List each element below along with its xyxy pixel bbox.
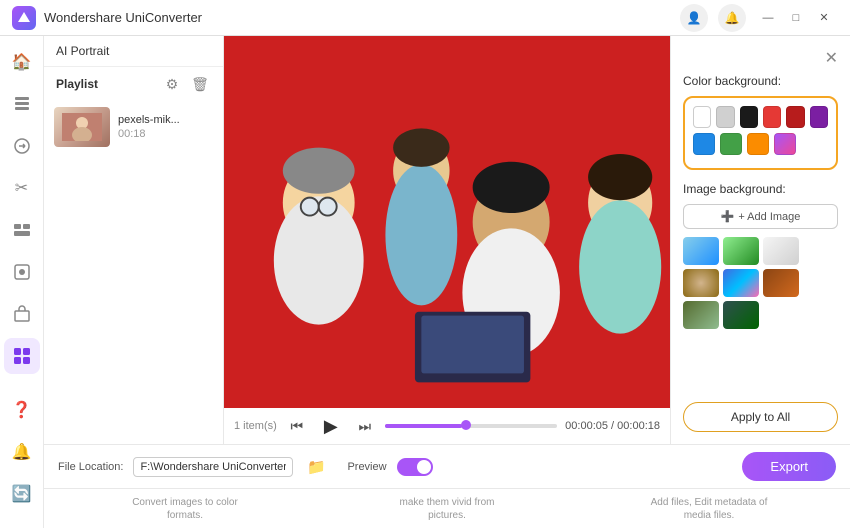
apply-to-all-button[interactable]: Apply to All: [683, 402, 838, 432]
footer-strip: Convert images to color formats. make th…: [44, 488, 850, 528]
color-swatch-purple[interactable]: [810, 106, 828, 128]
progress-bar[interactable]: [385, 423, 557, 429]
playlist-settings-button[interactable]: ⚙: [161, 73, 183, 95]
color-swatch-gradient[interactable]: [774, 133, 796, 155]
account-icon[interactable]: 👤: [680, 4, 708, 32]
preview-toggle[interactable]: [397, 458, 433, 476]
add-image-button[interactable]: ➕ + Add Image: [683, 204, 838, 229]
color-swatch-white[interactable]: [693, 106, 711, 128]
main-content: AI Portrait Playlist ⚙ 🗑: [44, 36, 850, 528]
sidebar-item-ai-tools[interactable]: [4, 338, 40, 374]
playlist-item-name: pexels-mik...: [118, 114, 213, 126]
titlebar-right-icons: 👤 🔔: [680, 4, 746, 32]
bottom-bar: File Location: 📁 Preview Export: [44, 444, 850, 488]
video-container: [224, 36, 670, 408]
bg-thumb-7[interactable]: [683, 301, 719, 329]
footer-item-3: Add files, Edit metadata of media files.: [649, 496, 769, 522]
maximize-button[interactable]: □: [782, 6, 810, 30]
app-logo: [12, 6, 36, 30]
app-title: Wondershare UniConverter: [44, 10, 680, 25]
panel-close-button[interactable]: ✕: [825, 48, 838, 68]
color-swatch-green[interactable]: [720, 133, 742, 155]
left-panel: AI Portrait Playlist ⚙ 🗑: [44, 36, 224, 444]
bg-thumb-3[interactable]: [763, 237, 799, 265]
item-count: 1 item(s): [234, 420, 277, 432]
color-grid-box: [683, 96, 838, 170]
ai-portrait-label: AI Portrait: [56, 44, 109, 58]
play-button[interactable]: ▶: [317, 412, 345, 440]
playlist-thumbnail: [54, 107, 110, 147]
app-body: 🏠 ✂ ❓ 🔔 🔄 AI P: [0, 36, 850, 528]
right-panel: ✕ Color background:: [670, 36, 850, 444]
sidebar-item-toolbox[interactable]: [4, 296, 40, 332]
sidebar-item-edit[interactable]: ✂: [4, 170, 40, 206]
time-separator: /: [608, 420, 617, 432]
bg-thumb-8[interactable]: [723, 301, 759, 329]
playlist-item[interactable]: pexels-mik... 00:18: [44, 101, 223, 153]
add-image-icon: ➕: [721, 210, 735, 223]
sidebar: 🏠 ✂ ❓ 🔔 🔄: [0, 36, 44, 528]
color-swatch-red[interactable]: [763, 106, 781, 128]
progress-thumb: [461, 420, 471, 430]
preview-label: Preview: [347, 461, 386, 473]
sidebar-bottom: ❓ 🔔 🔄: [4, 392, 40, 520]
footer-item-2: make them vivid from pictures.: [387, 496, 507, 522]
sidebar-item-notifications[interactable]: 🔔: [4, 434, 40, 470]
sidebar-item-merge[interactable]: [4, 212, 40, 248]
bg-thumb-5[interactable]: [723, 269, 759, 297]
background-thumbnails: [683, 237, 838, 329]
titlebar: Wondershare UniConverter 👤 🔔 — □ ✕: [0, 0, 850, 36]
image-background-label: Image background:: [683, 182, 838, 196]
sidebar-item-home[interactable]: 🏠: [4, 44, 40, 80]
playlist-item-duration: 00:18: [118, 128, 213, 140]
color-swatch-orange[interactable]: [747, 133, 769, 155]
sidebar-item-convert[interactable]: [4, 128, 40, 164]
time-total: 00:00:18: [617, 420, 660, 432]
export-button[interactable]: Export: [742, 452, 836, 481]
footer-item-1: Convert images to color formats.: [125, 496, 245, 522]
ai-portrait-header: AI Portrait: [44, 36, 223, 67]
color-swatch-blue[interactable]: [693, 133, 715, 155]
time-current: 00:00:05: [565, 420, 608, 432]
time-display: 00:00:05 / 00:00:18: [565, 420, 660, 432]
video-controls-bar: 1 item(s) ⏮ ▶ ⏭ 00:00:05 / 00:00:18: [224, 408, 670, 444]
playlist-label: Playlist: [56, 77, 98, 91]
color-swatch-lightgray[interactable]: [716, 106, 734, 128]
color-row-2: [693, 133, 828, 155]
color-row-1: [693, 106, 828, 128]
sidebar-item-compress[interactable]: [4, 254, 40, 290]
playlist-header: Playlist ⚙ 🗑: [44, 67, 223, 101]
playlist-thumb-image: [54, 107, 110, 147]
window-controls: — □ ✕: [754, 6, 838, 30]
file-location-label: File Location:: [58, 461, 123, 473]
sidebar-item-help[interactable]: ❓: [4, 392, 40, 428]
sidebar-item-download[interactable]: [4, 86, 40, 122]
toggle-knob: [417, 460, 431, 474]
file-path-input[interactable]: [133, 457, 293, 477]
progress-fill: [385, 424, 463, 428]
minimize-button[interactable]: —: [754, 6, 782, 30]
browse-folder-button[interactable]: 📁: [303, 454, 329, 480]
color-swatch-black[interactable]: [740, 106, 758, 128]
playlist-item-info: pexels-mik... 00:18: [118, 114, 213, 140]
bg-thumb-6[interactable]: [763, 269, 799, 297]
add-image-label: + Add Image: [738, 211, 800, 223]
bg-thumb-1[interactable]: [683, 237, 719, 265]
color-background-label: Color background:: [683, 74, 838, 88]
notification-icon[interactable]: 🔔: [718, 4, 746, 32]
prev-button[interactable]: ⏮: [285, 414, 309, 438]
bg-thumb-2[interactable]: [723, 237, 759, 265]
content-area: AI Portrait Playlist ⚙ 🗑: [44, 36, 850, 444]
sidebar-item-refresh[interactable]: 🔄: [4, 476, 40, 512]
video-area: 1 item(s) ⏮ ▶ ⏭ 00:00:05 / 00:00:18: [224, 36, 670, 444]
next-button[interactable]: ⏭: [353, 414, 377, 438]
playlist-delete-button[interactable]: 🗑: [189, 73, 211, 95]
video-frame: [224, 36, 670, 408]
playlist-actions: ⚙ 🗑: [161, 73, 211, 95]
window-close-button[interactable]: ✕: [810, 6, 838, 30]
bg-thumb-4[interactable]: [683, 269, 719, 297]
color-swatch-darkred[interactable]: [786, 106, 804, 128]
